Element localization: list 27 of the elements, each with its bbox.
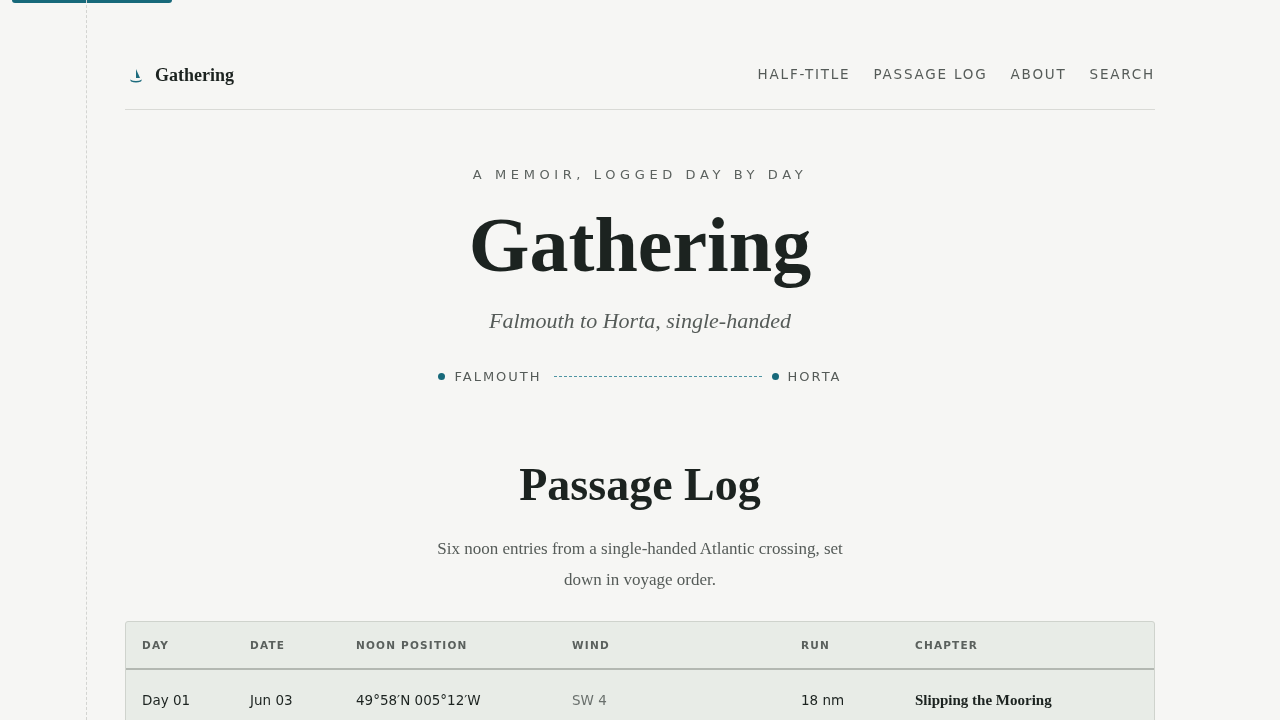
sailboat-icon: [129, 68, 143, 83]
column-header: DAY: [126, 622, 234, 670]
nav-link[interactable]: PASSAGE LOG: [873, 65, 988, 82]
nav-link[interactable]: SEARCH: [1089, 65, 1155, 82]
column-header: NOON POSITION: [340, 622, 556, 670]
waypoint-dot-icon: [438, 372, 446, 380]
column-header: CHAPTER: [899, 622, 1154, 670]
table-cell-text: 18 nm: [800, 691, 846, 710]
nav-link[interactable]: ABOUT: [1010, 65, 1067, 82]
section-intro: Six noon entries from a single-handed Atlantic crossing, set down in voyage order.: [436, 538, 844, 591]
route-start: FALMOUTH: [454, 368, 542, 384]
book-title: Gathering: [468, 204, 812, 286]
route-end: HORTA: [787, 368, 842, 384]
section-heading: Passage Log: [519, 458, 761, 512]
nav-link[interactable]: HALF-TITLE: [757, 65, 851, 82]
table-cell-text: Jun 03: [248, 691, 294, 710]
table-cell-text: Day 01: [141, 691, 192, 710]
book-subtitle: Falmouth to Horta, single-handed: [489, 307, 791, 335]
brand-link[interactable]: Gathering: [125, 61, 234, 86]
waypoint-dot-icon: [771, 372, 779, 380]
column-header: RUN: [785, 622, 899, 670]
kicker-text: A MEMOIR, LOGGED DAY BY DAY: [472, 166, 808, 184]
column-header: WIND: [556, 622, 785, 670]
table-cell-text: SW 4: [571, 691, 608, 710]
table-cell-text: Slipping the Mooring: [914, 691, 1053, 710]
column-header: DATE: [234, 622, 340, 670]
table-cell-text: 49°58′N 005°12′W: [355, 691, 482, 710]
